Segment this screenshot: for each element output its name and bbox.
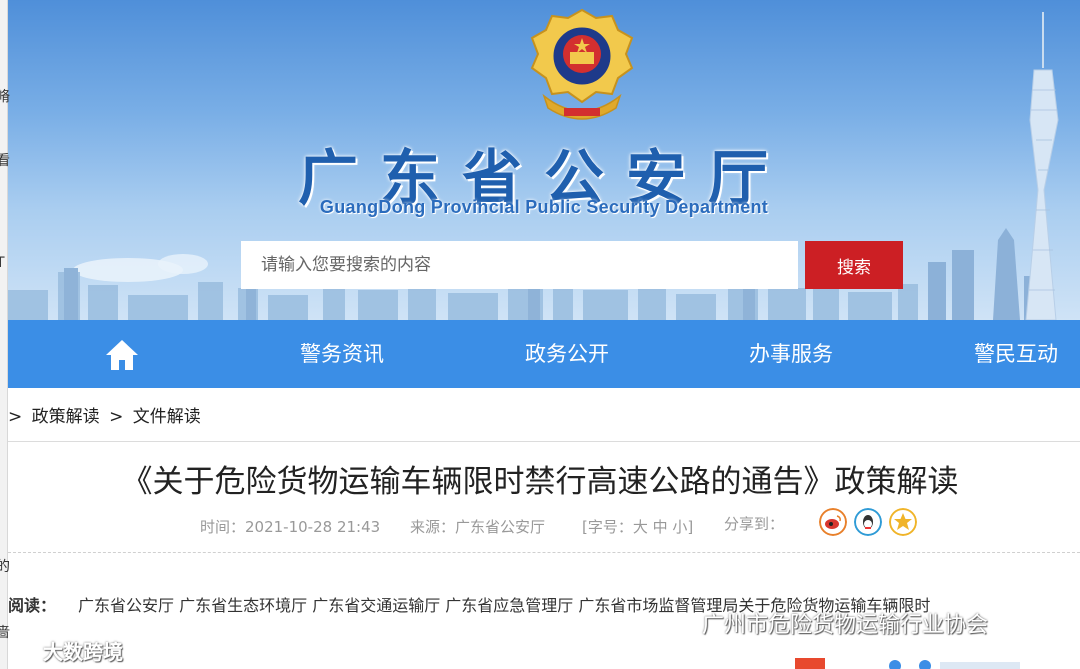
breadcrumb-separator: > <box>109 407 124 427</box>
home-icon[interactable] <box>104 338 140 372</box>
breadcrumb-link-documents[interactable]: 文件解读 <box>133 407 201 427</box>
watermark-right: 广州市危险货物运输行业协会 <box>665 607 988 639</box>
police-emblem-icon <box>530 8 634 120</box>
watermark-left-text: 大数跨境 <box>42 640 123 664</box>
main-nav: 警务资讯 政务公开 办事服务 警民互动 <box>8 320 1080 388</box>
breadcrumb: > 政策解读 > 文件解读 <box>8 402 205 427</box>
weibo-icon[interactable] <box>819 508 847 536</box>
adjacent-char: 啬 <box>0 625 10 641</box>
adjacent-char: 看 <box>0 153 10 169</box>
adjacent-window-edge: 脩 看 T j 的 啬 <box>0 0 10 669</box>
article-title: 《关于危险货物运输车辆限时禁行高速公路的通告》政策解读 <box>121 464 959 500</box>
qzone-icon[interactable] <box>889 508 917 536</box>
wechat-icon <box>665 614 694 634</box>
adjacent-char: T <box>0 255 5 271</box>
search-input[interactable] <box>241 241 798 289</box>
adjacent-char: 脩 <box>0 89 10 105</box>
nav-item-police-news[interactable]: 警务资讯 <box>300 320 384 388</box>
breadcrumb-separator: > <box>8 407 23 427</box>
nav-item-government-affairs[interactable]: 政务公开 <box>525 320 609 388</box>
share-label: 分享到： <box>724 515 785 533</box>
search-button[interactable]: 搜索 <box>805 241 903 289</box>
nav-item-interaction[interactable]: 警民互动 <box>974 320 1058 388</box>
qq-icon[interactable] <box>854 508 882 536</box>
reading-label: 阅读： <box>8 596 57 615</box>
breadcrumb-link-policy[interactable]: 政策解读 <box>32 407 100 427</box>
watermark-right-text: 广州市危险货物运输行业协会 <box>702 613 989 638</box>
publish-time: 时间：2021-10-28 21:43 <box>200 518 381 536</box>
share-bar-partial <box>795 658 1020 669</box>
nav-item-services[interactable]: 办事服务 <box>749 320 833 388</box>
watermark-left: 大数跨境 <box>10 636 123 665</box>
site-title-en: GuangDong Provincial Public Security Dep… <box>319 197 769 217</box>
divider <box>8 441 1080 442</box>
watermark-logo-icon <box>10 644 34 660</box>
article-source: 来源：广东省公安厅 <box>410 518 546 536</box>
font-size-switcher[interactable]: [字号：大 中 小] <box>582 516 693 537</box>
adjacent-char: 的 <box>0 559 10 575</box>
divider <box>8 552 1080 553</box>
